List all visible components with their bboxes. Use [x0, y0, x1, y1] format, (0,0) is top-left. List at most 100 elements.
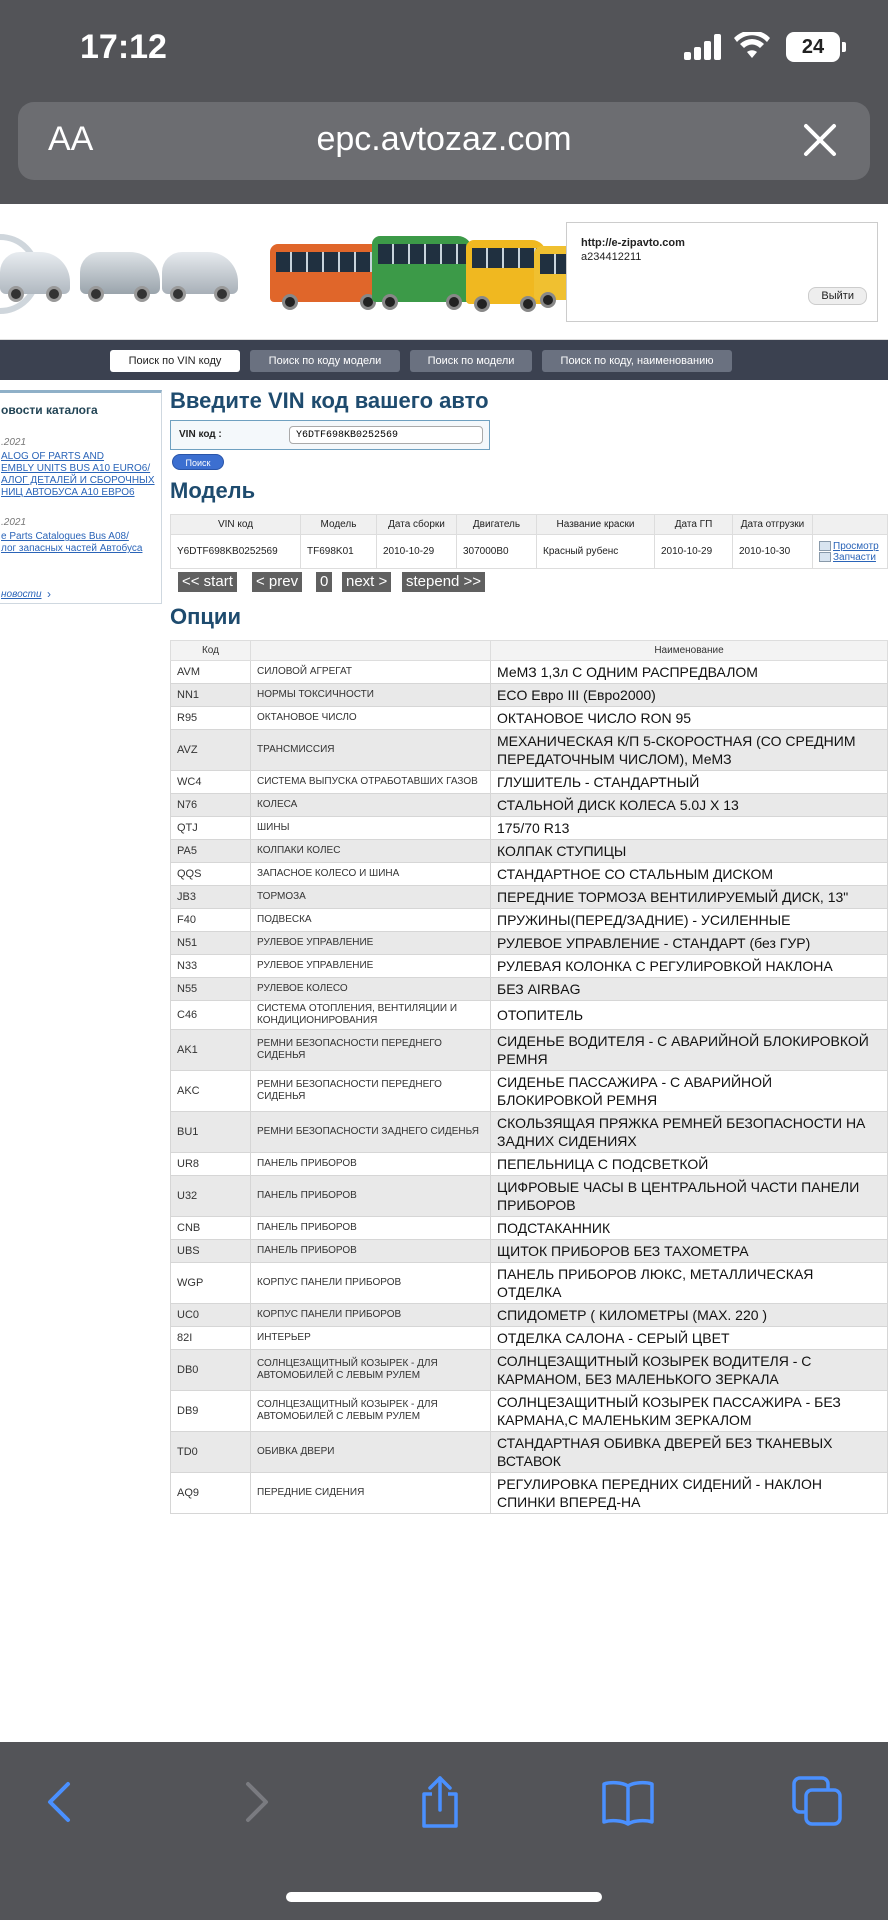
option-name: ОТОПИТЕЛЬ	[490, 1000, 888, 1030]
tab-vin-search[interactable]: Поиск по VIN коду	[110, 350, 240, 372]
option-group: СОЛНЦЕЗАЩИТНЫЙ КОЗЫРЕК - ДЛЯ АВТОМОБИЛЕЙ…	[250, 1390, 491, 1432]
option-group: РЕМНИ БЕЗОПАСНОСТИ ЗАДНЕГО СИДЕНЬЯ	[250, 1111, 491, 1153]
option-code: AKC	[170, 1070, 251, 1112]
option-code: NN1	[170, 683, 251, 707]
address-bar[interactable]: AA epc.avtozaz.com	[18, 102, 870, 180]
close-icon[interactable]	[798, 118, 842, 162]
option-group: ПАНЕЛЬ ПРИБОРОВ	[250, 1216, 491, 1240]
news-title: овости каталога	[1, 403, 98, 417]
tabs-icon[interactable]	[788, 1772, 848, 1832]
option-name: ПРУЖИНЫ(ПЕРЕД/ЗАДНИЕ) - УСИЛЕННЫЕ	[490, 908, 888, 932]
option-name: СПИДОМЕТР ( КИЛОМЕТРЫ (MAX. 220 )	[490, 1303, 888, 1327]
table-row: R95 ОКТАНОВОЕ ЧИСЛО ОКТАНОВОЕ ЧИСЛО RON 95	[170, 706, 888, 730]
option-group: ТРАНСМИССИЯ	[250, 729, 491, 771]
table-row: 82I ИНТЕРЬЕР ОТДЕЛКА САЛОНА - СЕРЫЙ ЦВЕТ	[170, 1326, 888, 1350]
option-code: N33	[170, 954, 251, 978]
option-name: РУЛЕВАЯ КОЛОНКА С РЕГУЛИРОВКОЙ НАКЛОНА	[490, 954, 888, 978]
catalog-nav: Поиск по VIN коду Поиск по коду модели П…	[0, 340, 888, 380]
option-name: ПЕРЕДНИЕ ТОРМОЗА ВЕНТИЛИРУЕМЫЙ ДИСК, 13"	[490, 885, 888, 909]
bookmarks-icon[interactable]	[598, 1772, 658, 1832]
table-row: NN1 НОРМЫ ТОКСИЧНОСТИ ECO Евро III (Евро20…	[170, 683, 888, 707]
option-name: РУЛЕВОЕ УПРАВЛЕНИЕ - СТАНДАРТ (без ГУР)	[490, 931, 888, 955]
table-cell: 2010-10-30	[732, 534, 813, 569]
signal-icon	[684, 34, 724, 60]
pager-start-button[interactable]: << start	[178, 572, 237, 592]
column-header: Модель	[300, 514, 377, 535]
column-header: Наименование	[490, 640, 888, 661]
option-code: 82I	[170, 1326, 251, 1350]
option-code: DB0	[170, 1349, 251, 1391]
option-group: РУЛЕВОЕ УПРАВЛЕНИЕ	[250, 931, 491, 955]
table-cell: 2010-10-29	[654, 534, 733, 569]
table-row: AVZ ТРАНСМИССИЯ МЕХАНИЧЕСКАЯ К/П 5-СКОРОСТ…	[170, 729, 888, 771]
tab-model-code-search[interactable]: Поиск по коду модели	[250, 350, 400, 372]
model-section-title: Модель	[170, 478, 256, 503]
option-code: CNB	[170, 1216, 251, 1240]
table-row: AKC РЕМНИ БЕЗОПАСНОСТИ ПЕРЕДНЕГО СИДЕНЬЯ С…	[170, 1070, 888, 1112]
chevron-right-icon[interactable]: ›	[47, 587, 51, 601]
option-name: СОЛНЦЕЗАЩИТНЫЙ КОЗЫРЕК ПАССАЖИРА - БЕЗ К…	[490, 1390, 888, 1432]
home-indicator	[286, 1892, 602, 1902]
option-group: РУЛЕВОЕ КОЛЕСО	[250, 977, 491, 1001]
vin-input[interactable]	[289, 426, 483, 444]
column-header: Код	[170, 640, 251, 661]
table-row: QQS ЗАПАСНОЕ КОЛЕСО И ШИНА СТАНДАРТНОЕ СО …	[170, 862, 888, 886]
pager-prev-button[interactable]: < prev	[252, 572, 303, 592]
option-name: СКОЛЬЗЯЩАЯ ПРЯЖКА РЕМНЕЙ БЕЗОПАСНОСТИ НА…	[490, 1111, 888, 1153]
all-news-link[interactable]: новости	[1, 589, 42, 600]
news-sidebar: овости каталога .2021 ALOG OF PARTS AND …	[0, 390, 162, 604]
news-date: .2021	[1, 517, 27, 528]
site-url[interactable]: http://e-zipavto.com	[581, 237, 685, 249]
parts-link[interactable]: Запчасти	[819, 552, 887, 563]
pager-page-number[interactable]: 0	[316, 572, 333, 592]
news-link[interactable]: e Parts Catalogues Bus A08/ лог запасных…	[1, 531, 157, 555]
logout-button[interactable]: Выйти	[808, 287, 867, 305]
forward-icon[interactable]	[224, 1772, 284, 1832]
column-header: Дата отгрузки	[732, 514, 813, 535]
table-row: AK1 РЕМНИ БЕЗОПАСНОСТИ ПЕРЕДНЕГО СИДЕНЬЯ С…	[170, 1029, 888, 1071]
option-group: РЕМНИ БЕЗОПАСНОСТИ ПЕРЕДНЕГО СИДЕНЬЯ	[250, 1029, 491, 1071]
share-icon[interactable]	[410, 1772, 470, 1832]
search-button[interactable]: Поиск	[172, 454, 224, 470]
table-cell: TF698K01	[300, 534, 377, 569]
table-row: N55 РУЛЕВОЕ КОЛЕСО БЕЗ AIRBAG	[170, 977, 888, 1001]
back-icon[interactable]	[32, 1772, 92, 1832]
option-group: НОРМЫ ТОКСИЧНОСТИ	[250, 683, 491, 707]
table-row: UBS ПАНЕЛЬ ПРИБОРОВ ЩИТОК ПРИБОРОВ БЕЗ ТАХ…	[170, 1239, 888, 1263]
url-text[interactable]: epc.avtozaz.com	[18, 120, 870, 159]
option-group: СИСТЕМА ОТОПЛЕНИЯ, ВЕНТИЛЯЦИИ И КОНДИЦИО…	[250, 1000, 491, 1030]
option-name: СИДЕНЬЕ ВОДИТЕЛЯ - С АВАРИЙНОЙ БЛОКИРОВК…	[490, 1029, 888, 1071]
option-name: 175/70 R13	[490, 816, 888, 840]
news-link[interactable]: ALOG OF PARTS AND EMBLY UNITS BUS A10 EU…	[1, 451, 157, 499]
pager-end-button[interactable]: stepend >>	[402, 572, 486, 592]
option-code: QQS	[170, 862, 251, 886]
option-group: ПАНЕЛЬ ПРИБОРОВ	[250, 1239, 491, 1263]
table-row: N51 РУЛЕВОЕ УПРАВЛЕНИЕ РУЛЕВОЕ УПРАВЛЕНИЕ …	[170, 931, 888, 955]
news-date: .2021	[1, 437, 27, 448]
wifi-icon	[734, 32, 770, 58]
table-row: N76 КОЛЕСА СТАЛЬНОЙ ДИСК КОЛЕСА 5.0J X 13	[170, 793, 888, 817]
tab-code-name-search[interactable]: Поиск по коду, наименованию	[542, 350, 732, 372]
option-group: ПЕРЕДНИЕ СИДЕНИЯ	[250, 1472, 491, 1514]
table-row: DB9 СОЛНЦЕЗАЩИТНЫЙ КОЗЫРЕК - ДЛЯ АВТОМОБИ…	[170, 1390, 888, 1432]
site-banner: http://e-zipavto.com a234412211 Выйти	[0, 204, 888, 340]
pager-next-button[interactable]: next >	[342, 572, 392, 592]
option-name: ECO Евро III (Евро2000)	[490, 683, 888, 707]
option-group: СИСТЕМА ВЫПУСКА ОТРАБОТАВШИХ ГАЗОВ	[250, 770, 491, 794]
option-code: N51	[170, 931, 251, 955]
view-link[interactable]: Просмотр	[819, 541, 887, 552]
options-table: Код Наименование AVM СИЛОВОЙ АГРЕГАТ МеМЗ …	[170, 640, 888, 1514]
option-group: СИЛОВОЙ АГРЕГАТ	[250, 660, 491, 684]
table-cell: 2010-10-29	[376, 534, 457, 569]
option-group: КОРПУС ПАНЕЛИ ПРИБОРОВ	[250, 1262, 491, 1304]
option-code: BU1	[170, 1111, 251, 1153]
car-image	[162, 252, 238, 302]
browser-top-chrome: 17:12 24 AA epc.avtozaz.com	[0, 0, 888, 204]
tab-model-search[interactable]: Поиск по модели	[410, 350, 532, 372]
column-header	[250, 640, 491, 661]
option-name: ОТДЕЛКА САЛОНА - СЕРЫЙ ЦВЕТ	[490, 1326, 888, 1350]
table-cell: Просмотр Запчасти	[812, 534, 888, 569]
option-name: ОКТАНОВОЕ ЧИСЛО RON 95	[490, 706, 888, 730]
option-name: ЦИФРОВЫЕ ЧАСЫ В ЦЕНТРАЛЬНОЙ ЧАСТИ ПАНЕЛИ…	[490, 1175, 888, 1217]
option-group: ПАНЕЛЬ ПРИБОРОВ	[250, 1152, 491, 1176]
